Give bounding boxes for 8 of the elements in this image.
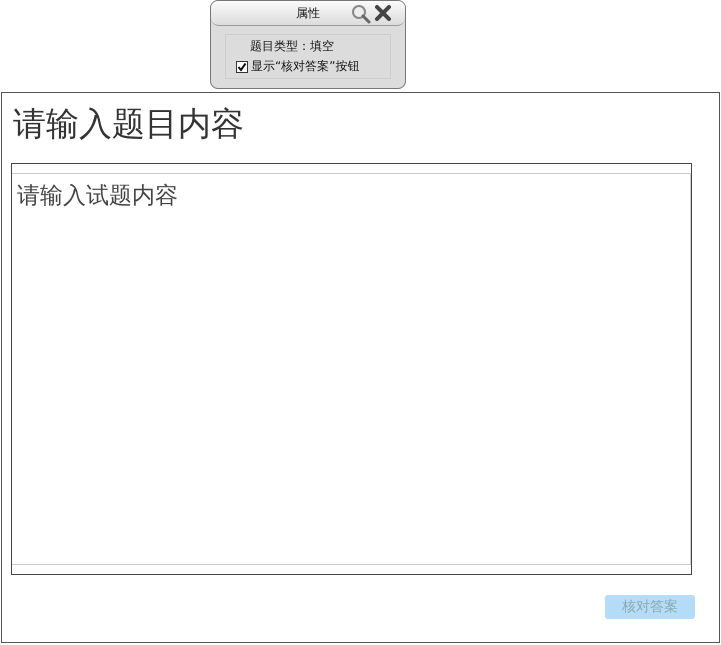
- checkbox[interactable]: [236, 60, 248, 72]
- close-icon[interactable]: [374, 4, 392, 22]
- question-title[interactable]: 请输入题目内容: [11, 93, 710, 163]
- panel-title: 属性: [296, 4, 320, 22]
- checkbox-label: 显示“核对答案”按钮: [251, 58, 360, 75]
- content-field[interactable]: 请输入试题内容: [11, 163, 692, 575]
- question-type-label: 题目类型：填空: [249, 38, 335, 55]
- search-icon[interactable]: [351, 4, 371, 24]
